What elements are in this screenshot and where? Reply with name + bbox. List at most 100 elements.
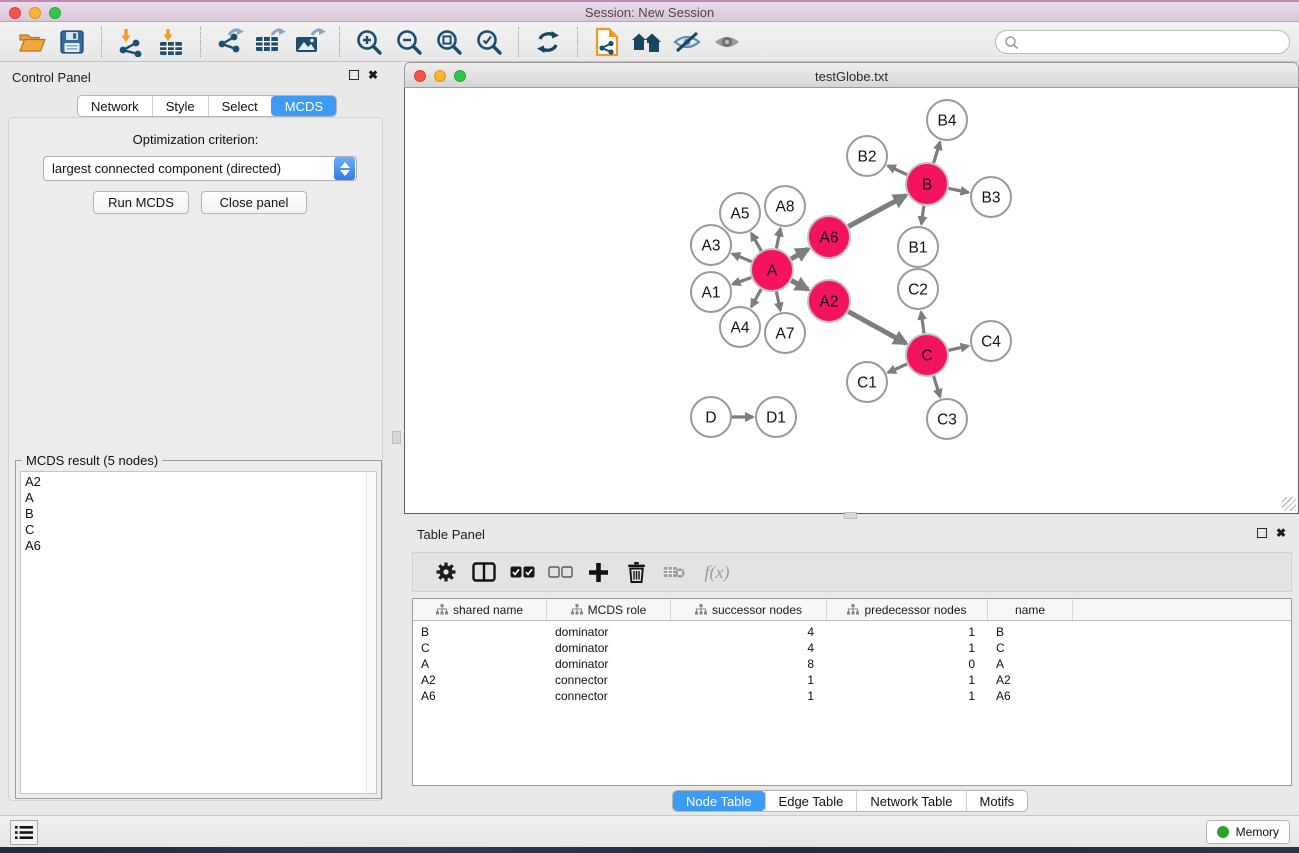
search-icon (1004, 35, 1019, 50)
node-label-C3: C3 (937, 411, 957, 428)
node-label-A: A (767, 262, 778, 279)
tab-network-table[interactable]: Network Table (856, 791, 965, 811)
node-label-A1: A1 (702, 284, 721, 301)
save-session-button[interactable] (52, 25, 92, 59)
edge-B-B2[interactable] (888, 166, 907, 175)
memory-button[interactable]: Memory (1206, 820, 1290, 844)
import-table-button[interactable] (151, 25, 191, 59)
edge-A-A3[interactable] (732, 254, 751, 262)
edge-A-A4[interactable] (751, 289, 761, 307)
open-session-button[interactable] (12, 25, 52, 59)
edge-B-B4[interactable] (934, 142, 941, 163)
table-row[interactable]: Adominator80A (413, 656, 1291, 672)
close-table-panel-icon[interactable]: ✖ (1276, 528, 1286, 538)
export-network-button[interactable] (210, 25, 250, 59)
edge-B-B1[interactable] (921, 206, 924, 224)
hide-selected-button[interactable] (667, 25, 707, 59)
table-row[interactable]: Cdominator41C (413, 640, 1291, 656)
tab-select[interactable]: Select (208, 96, 271, 116)
edge-C-C1[interactable] (888, 364, 907, 373)
table-cell: dominator (547, 625, 671, 639)
table-cell: A (988, 657, 1073, 671)
float-panel-icon[interactable] (349, 70, 359, 80)
tab-style[interactable]: Style (152, 96, 208, 116)
edge-A-A5[interactable] (751, 233, 761, 251)
column-header-MCDS-role[interactable]: MCDS role (547, 599, 671, 620)
toolbar-separator (101, 27, 102, 57)
node-label-B4: B4 (938, 112, 957, 129)
horizontal-splitter-handle[interactable] (844, 512, 857, 519)
tab-network[interactable]: Network (78, 96, 152, 116)
column-header-predecessor-nodes[interactable]: predecessor nodes (827, 599, 988, 620)
refresh-button[interactable] (528, 25, 568, 59)
float-table-panel-icon[interactable] (1257, 528, 1267, 538)
toolbar-search-field[interactable] (995, 30, 1290, 54)
edge-C-C3[interactable] (934, 376, 941, 397)
edge-A6-B[interactable] (848, 195, 906, 226)
zoom-in-button[interactable] (349, 25, 389, 59)
edge-C-C4[interactable] (949, 346, 969, 350)
delete-table-button[interactable] (655, 556, 693, 588)
node-label-A3: A3 (702, 237, 721, 254)
window-resize-grip[interactable] (1282, 497, 1296, 511)
show-all-button[interactable] (707, 25, 747, 59)
edge-A-A2[interactable] (791, 281, 808, 290)
mcds-result-item[interactable]: A (21, 490, 376, 506)
close-panel-icon[interactable]: ✖ (368, 70, 378, 80)
select-all-columns-button[interactable] (503, 556, 541, 588)
mcds-result-item[interactable]: B (21, 506, 376, 522)
edge-B-B3[interactable] (949, 188, 969, 192)
refresh-icon (535, 29, 561, 55)
tab-motifs[interactable]: Motifs (966, 791, 1028, 811)
table-cell: C (413, 641, 547, 655)
result-scrollbar[interactable] (366, 472, 376, 793)
column-header-shared-name[interactable]: shared name (413, 599, 547, 620)
table-cell: dominator (547, 657, 671, 671)
import-network-button[interactable] (111, 25, 151, 59)
show-column-panel-button[interactable] (465, 556, 503, 588)
export-image-button[interactable] (290, 25, 330, 59)
zoom-out-button[interactable] (389, 25, 429, 59)
network-from-file-button[interactable] (587, 25, 627, 59)
edge-A-A8[interactable] (776, 229, 780, 249)
network-canvas[interactable]: AA1A2A3A4A5A6A7A8BB1B2B3B4CC1C2C3C4DD1 (404, 88, 1299, 514)
edge-A-A6[interactable] (791, 249, 808, 259)
table-settings-button[interactable] (427, 556, 465, 588)
edge-A-A7[interactable] (776, 292, 780, 311)
search-input[interactable] (1019, 32, 1289, 52)
mcds-result-list[interactable]: A2ABCA6 (20, 471, 377, 794)
tab-node-table[interactable]: Node Table (673, 791, 765, 811)
task-history-button[interactable] (10, 820, 38, 845)
edge-A2-C[interactable] (848, 312, 906, 344)
delete-table-icon (663, 565, 685, 580)
table-row[interactable]: Bdominator41B (413, 624, 1291, 640)
vertical-splitter-handle[interactable] (392, 431, 401, 444)
delete-column-button[interactable] (617, 556, 655, 588)
network-window-titlebar[interactable]: testGlobe.txt (404, 62, 1299, 88)
export-table-button[interactable] (250, 25, 290, 59)
table-row[interactable]: A2connector11A2 (413, 672, 1291, 688)
function-builder-button[interactable]: f(x) (693, 556, 741, 588)
edge-A-A1[interactable] (733, 278, 752, 285)
zoom-fit-icon (435, 28, 463, 56)
table-cell: A (413, 657, 547, 671)
tab-mcds[interactable]: MCDS (271, 96, 336, 116)
mcds-result-item[interactable]: C (21, 522, 376, 538)
fx-icon: f(x) (705, 562, 730, 583)
column-header-successor-nodes[interactable]: successor nodes (671, 599, 827, 620)
edge-C-C2[interactable] (921, 312, 924, 333)
mcds-result-item[interactable]: A2 (21, 474, 376, 490)
zoom-fit-button[interactable] (429, 25, 469, 59)
home-neighbors-button[interactable] (627, 25, 667, 59)
tab-edge-table[interactable]: Edge Table (765, 791, 857, 811)
create-column-button[interactable] (579, 556, 617, 588)
mcds-result-item[interactable]: A6 (21, 538, 376, 554)
network-window-title: testGlobe.txt (405, 69, 1298, 84)
close-panel-button[interactable]: Close panel (201, 191, 307, 214)
unselect-all-columns-button[interactable] (541, 556, 579, 588)
zoom-selected-button[interactable] (469, 25, 509, 59)
column-header-name[interactable]: name (988, 599, 1073, 620)
table-row[interactable]: A6connector11A6 (413, 688, 1291, 704)
optimization-criterion-dropdown[interactable]: largest connected component (directed) (43, 156, 357, 181)
run-mcds-button[interactable]: Run MCDS (93, 191, 189, 214)
